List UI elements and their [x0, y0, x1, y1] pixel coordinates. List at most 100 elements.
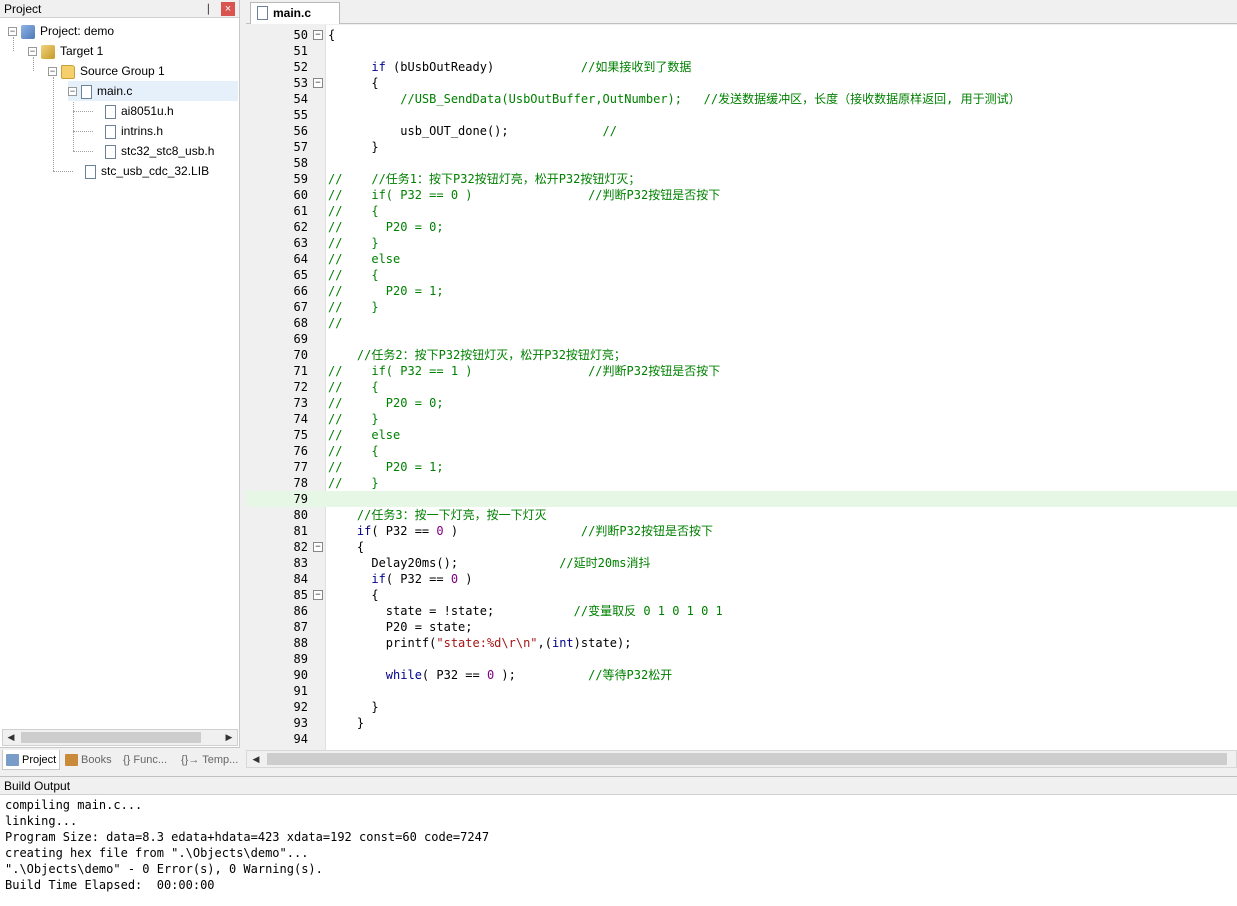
- code-line[interactable]: 71 // if( P32 == 1 ) //判断P32按钮是否按下: [246, 363, 1237, 379]
- code-text: Delay20ms(); //延时20ms消抖: [328, 555, 650, 571]
- code-token: }: [328, 700, 379, 714]
- code-line[interactable]: 65 // {: [246, 267, 1237, 283]
- code-line[interactable]: 74 // }: [246, 411, 1237, 427]
- fold-toggle-icon[interactable]: −: [313, 78, 323, 88]
- code-token: if: [371, 572, 386, 586]
- code-editor[interactable]: 50−{51 52 if (bUsbOutReady) //如果接收到了数据 53−…: [246, 25, 1237, 750]
- project-horizontal-scrollbar[interactable]: ◀ ▶: [2, 729, 238, 746]
- code-line[interactable]: 79: [246, 491, 1237, 507]
- line-number: 79: [293, 492, 308, 506]
- folder-icon: [61, 64, 75, 79]
- code-line[interactable]: 88 printf("state:%d\r\n",(int)state);: [246, 635, 1237, 651]
- code-line[interactable]: 91: [246, 683, 1237, 699]
- code-line[interactable]: 53− {: [246, 75, 1237, 91]
- tree-item-stc32-stc8-usb-h[interactable]: stc32_stc8_usb.h: [105, 141, 214, 161]
- scroll-left-icon[interactable]: ◀: [249, 751, 263, 767]
- code-line[interactable]: 66 // P20 = 1;: [246, 283, 1237, 299]
- scroll-thumb[interactable]: [267, 753, 1227, 765]
- code-line[interactable]: 72 // {: [246, 379, 1237, 395]
- tree-item-source-group[interactable]: − Source Group 1: [48, 61, 165, 81]
- code-line[interactable]: 78 // }: [246, 475, 1237, 491]
- code-line[interactable]: 55: [246, 107, 1237, 123]
- code-token: // else: [328, 252, 401, 266]
- collapse-icon[interactable]: −: [68, 87, 77, 97]
- scroll-right-icon[interactable]: ▶: [221, 730, 237, 745]
- code-line[interactable]: 93 }: [246, 715, 1237, 731]
- code-line[interactable]: 54 //USB_SendData(UsbOutBuffer,OutNumber…: [246, 91, 1237, 107]
- code-line[interactable]: 82− {: [246, 539, 1237, 555]
- code-line[interactable]: 76 // {: [246, 443, 1237, 459]
- line-number: 85: [293, 588, 308, 602]
- editor-horizontal-scrollbar[interactable]: ◀: [246, 750, 1237, 768]
- tree-item-project[interactable]: − Project: demo: [8, 21, 114, 41]
- code-text: // {: [328, 203, 379, 219]
- close-icon[interactable]: ×: [221, 2, 235, 16]
- code-token: //任务2：按下P32按钮灯灭，松开P32按钮灯亮；: [356, 348, 626, 362]
- tab-main-c[interactable]: main.c: [250, 2, 340, 24]
- code-line[interactable]: 61 // {: [246, 203, 1237, 219]
- code-line[interactable]: 64 // else: [246, 251, 1237, 267]
- code-line[interactable]: 57 }: [246, 139, 1237, 155]
- code-line[interactable]: 89: [246, 651, 1237, 667]
- tab-templates[interactable]: {}→ Temp...: [178, 750, 238, 770]
- code-text: // P20 = 1;: [328, 283, 444, 299]
- scroll-left-icon[interactable]: ◀: [3, 730, 19, 745]
- code-line[interactable]: 50−{: [246, 27, 1237, 43]
- code-text: }: [328, 699, 379, 715]
- line-number: 86: [293, 604, 308, 618]
- fold-toggle-icon[interactable]: −: [313, 30, 323, 40]
- build-output-line: Build Time Elapsed: 00:00:00: [5, 878, 215, 892]
- code-token: // }: [328, 236, 379, 250]
- code-line[interactable]: 73 // P20 = 0;: [246, 395, 1237, 411]
- line-number: 75: [293, 428, 308, 442]
- build-output-line: linking...: [5, 814, 78, 828]
- tree-item-intrins-h[interactable]: intrins.h: [105, 121, 163, 141]
- tree-item-label: stc_usb_cdc_32.LIB: [101, 164, 210, 178]
- code-line[interactable]: 75 // else: [246, 427, 1237, 443]
- code-line[interactable]: 85− {: [246, 587, 1237, 603]
- code-line[interactable]: 67 // }: [246, 299, 1237, 315]
- code-line[interactable]: 59 // //任务1：按下P32按钮灯亮，松开P32按钮灯灭；: [246, 171, 1237, 187]
- code-line[interactable]: 69: [246, 331, 1237, 347]
- scroll-thumb[interactable]: [21, 732, 201, 743]
- code-token: // P20 = 0;: [328, 220, 444, 234]
- code-line[interactable]: 87 P20 = state;: [246, 619, 1237, 635]
- tree-item-target[interactable]: − Target 1: [28, 41, 103, 61]
- code-line[interactable]: 60 // if( P32 == 0 ) //判断P32按钮是否按下: [246, 187, 1237, 203]
- code-line[interactable]: 83 Delay20ms(); //延时20ms消抖: [246, 555, 1237, 571]
- code-line[interactable]: 63 // }: [246, 235, 1237, 251]
- code-line[interactable]: 77 // P20 = 1;: [246, 459, 1237, 475]
- code-token: {: [328, 588, 379, 602]
- code-line[interactable]: 62 // P20 = 0;: [246, 219, 1237, 235]
- tree-item-ai8051u-h[interactable]: ai8051u.h: [105, 101, 174, 121]
- code-line[interactable]: 52 if (bUsbOutReady) //如果接收到了数据: [246, 59, 1237, 75]
- code-line[interactable]: 90 while( P32 == 0 ); //等待P32松开: [246, 667, 1237, 683]
- code-token: // if( P32 == 0 ) //判断P32按钮是否按下: [328, 188, 721, 202]
- fold-toggle-icon[interactable]: −: [313, 542, 323, 552]
- tab-project[interactable]: Project: [2, 750, 60, 770]
- build-output-log[interactable]: compiling main.c... linking... Program Siz…: [0, 797, 1237, 903]
- collapse-icon[interactable]: −: [48, 67, 57, 77]
- tab-functions[interactable]: {} Func...: [120, 750, 176, 770]
- pin-icon[interactable]: ❘: [204, 0, 213, 18]
- tree-item-main-c[interactable]: − main.c: [68, 81, 238, 101]
- code-line[interactable]: 58: [246, 155, 1237, 171]
- code-token: // P20 = 0;: [328, 396, 444, 410]
- code-line[interactable]: 81 if( P32 == 0 ) //判断P32按钮是否按下: [246, 523, 1237, 539]
- code-line[interactable]: 68 //: [246, 315, 1237, 331]
- tab-books[interactable]: Books: [62, 750, 118, 770]
- collapse-icon[interactable]: −: [8, 27, 17, 37]
- tree-item-stc-usb-cdc-lib[interactable]: stc_usb_cdc_32.LIB: [85, 161, 209, 181]
- code-line[interactable]: 84 if( P32 == 0 ): [246, 571, 1237, 587]
- code-line[interactable]: 92 }: [246, 699, 1237, 715]
- code-line[interactable]: 51: [246, 43, 1237, 59]
- code-line[interactable]: 80 //任务3：按一下灯亮，按一下灯灭: [246, 507, 1237, 523]
- code-line[interactable]: 56 usb_OUT_done(); //: [246, 123, 1237, 139]
- code-line[interactable]: 86 state = !state; //变量取反 0 1 0 1 0 1: [246, 603, 1237, 619]
- collapse-icon[interactable]: −: [28, 47, 37, 57]
- code-line[interactable]: 94: [246, 731, 1237, 747]
- code-line[interactable]: 70 //任务2：按下P32按钮灯灭，松开P32按钮灯亮；: [246, 347, 1237, 363]
- fold-toggle-icon[interactable]: −: [313, 590, 323, 600]
- tree-item-label: Project: demo: [40, 24, 115, 38]
